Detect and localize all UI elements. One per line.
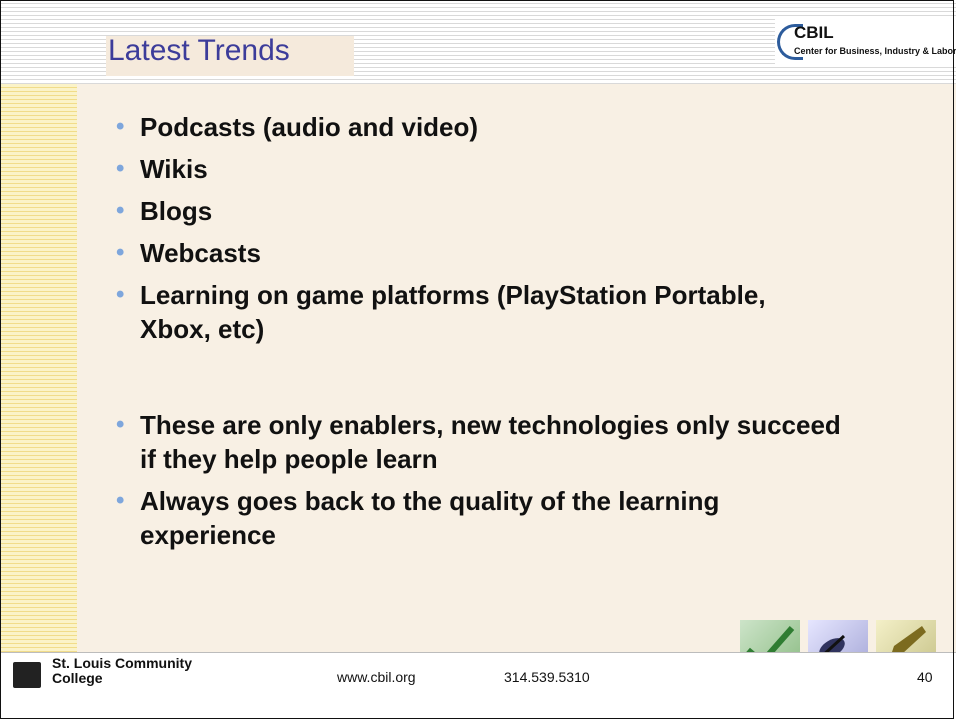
slide-frame [0,0,954,719]
slide: Latest Trends CBIL Center for Business, … [0,0,956,721]
